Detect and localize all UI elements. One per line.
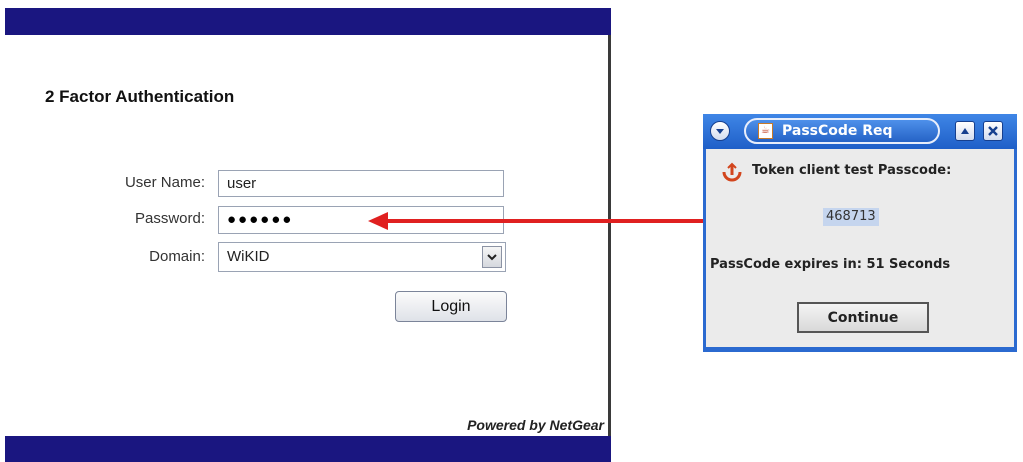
login-button[interactable]: Login — [395, 291, 507, 322]
token-label: Token client test Passcode: — [752, 163, 952, 178]
password-mask: ●●●●●● — [227, 211, 294, 228]
close-icon[interactable] — [983, 121, 1003, 141]
passcode-window: ☕ PassCode Req Token client test Passcod… — [703, 114, 1017, 352]
domain-label: Domain: — [149, 248, 205, 265]
footer-bar — [5, 436, 611, 462]
domain-select[interactable]: WiKID — [218, 242, 506, 272]
login-panel: 2 Factor Authentication User Name: user … — [5, 8, 611, 462]
username-label: User Name: — [124, 174, 205, 191]
header-bar — [5, 8, 611, 35]
passcode-value[interactable]: 468713 — [823, 208, 879, 226]
chevron-down-icon[interactable] — [482, 246, 502, 268]
wikid-token-icon — [722, 162, 742, 182]
domain-selected-value: WiKID — [227, 248, 270, 265]
java-app-icon: ☕ — [758, 123, 773, 139]
password-field[interactable]: ●●●●●● — [218, 206, 504, 234]
password-label: Password: — [134, 210, 205, 227]
continue-button[interactable]: Continue — [797, 302, 929, 333]
window-titlebar[interactable]: ☕ PassCode Req — [703, 114, 1017, 149]
username-field[interactable]: user — [218, 170, 504, 197]
maximize-icon[interactable] — [955, 121, 975, 141]
page-title: 2 Factor Authentication — [45, 87, 235, 106]
window-menu-icon[interactable] — [710, 121, 730, 141]
window-title-pill: ☕ PassCode Req — [744, 118, 940, 144]
username-value: user — [227, 175, 257, 192]
expiry-countdown: PassCode expires in: 51 Seconds — [710, 257, 951, 272]
window-title: PassCode Req — [782, 123, 893, 139]
powered-by-text: Powered by NetGear — [467, 417, 604, 433]
